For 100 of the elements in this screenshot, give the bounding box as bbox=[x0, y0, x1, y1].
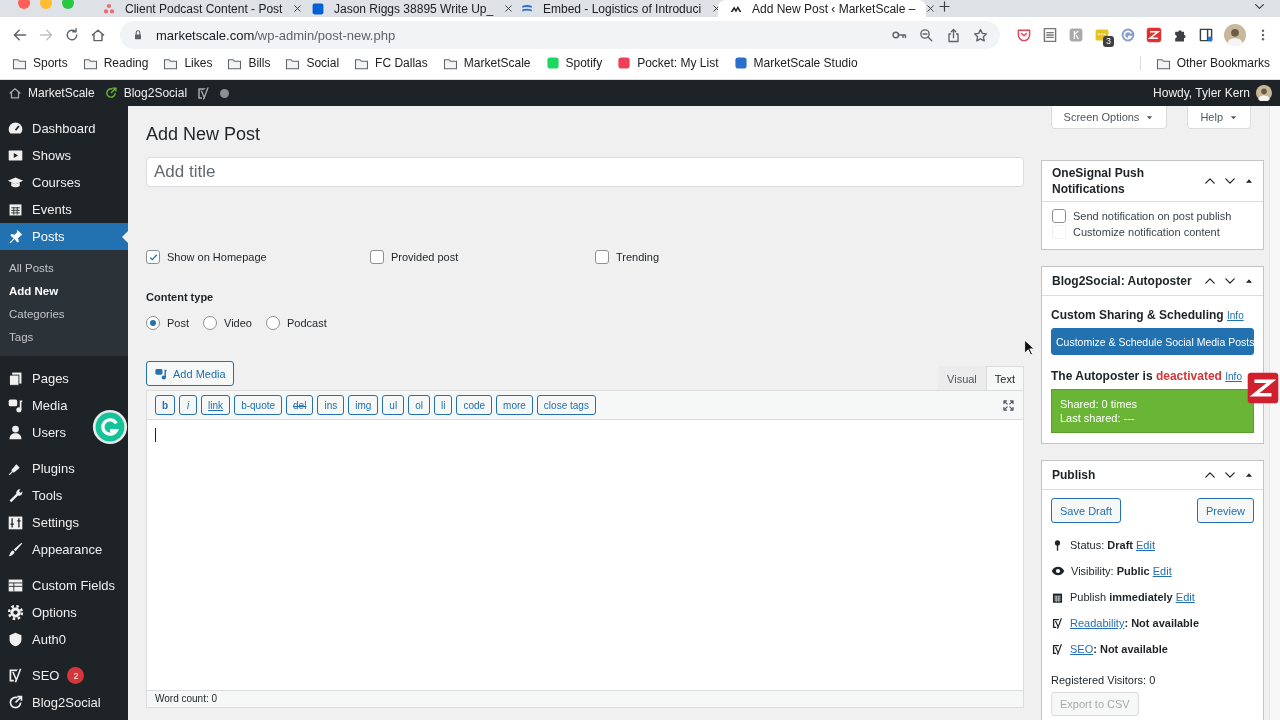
grid-icon bbox=[7, 577, 24, 594]
preview-button[interactable]: Preview bbox=[1196, 498, 1254, 523]
fullscreen-icon[interactable] bbox=[1002, 398, 1015, 412]
editor-tab[interactable]: Text bbox=[985, 366, 1024, 390]
close-icon[interactable] bbox=[292, 3, 304, 14]
greeting-link[interactable]: Howdy, Tyler Kern bbox=[1153, 85, 1272, 101]
browser-tab[interactable]: Client Podcast Content - Post bbox=[91, 0, 299, 17]
format-button[interactable]: i bbox=[179, 395, 198, 415]
puzzle-icon[interactable] bbox=[1172, 27, 1188, 43]
schedule-button[interactable]: Customize & Schedule Social Media Posts bbox=[1051, 328, 1254, 355]
radio-button[interactable] bbox=[265, 316, 280, 330]
word-count: Word count: 0 bbox=[147, 690, 1023, 707]
menu-item[interactable]: Users bbox=[0, 419, 70, 446]
format-button[interactable]: ol bbox=[408, 395, 430, 415]
sliders-icon bbox=[7, 514, 24, 531]
help-button[interactable]: Help bbox=[1187, 106, 1251, 129]
menu-item[interactable]: Tools bbox=[0, 482, 67, 509]
bookmark[interactable]: Spotify bbox=[545, 54, 603, 72]
menu-item[interactable]: Pages bbox=[0, 365, 73, 392]
bookmark[interactable]: Reading bbox=[82, 54, 149, 72]
checkbox[interactable] bbox=[146, 250, 160, 264]
address-bar[interactable]: marketscale.com/wp-admin/post-new.php bbox=[120, 21, 1000, 49]
close-icon[interactable] bbox=[925, 3, 937, 14]
zoom-out-icon[interactable] bbox=[919, 27, 934, 43]
badge-count: 3 bbox=[1103, 36, 1114, 47]
menu-item[interactable]: Events bbox=[0, 196, 76, 223]
menu-item[interactable]: Custom Fields bbox=[0, 572, 120, 599]
menu-item[interactable]: SEO 2 bbox=[0, 662, 89, 689]
edit-link[interactable]: Edit bbox=[1175, 591, 1195, 603]
bookmark[interactable]: MarketScale Studio bbox=[733, 54, 858, 72]
avatar[interactable] bbox=[1224, 24, 1246, 46]
new-tab-icon[interactable] bbox=[938, 0, 951, 13]
lock-icon bbox=[132, 29, 144, 41]
menu-item[interactable]: Plugins bbox=[0, 455, 79, 482]
admin-bar-link[interactable]: MarketScale bbox=[8, 86, 95, 100]
browser-tab[interactable]: Embed - Logistics of Introduci bbox=[509, 0, 717, 17]
edit-link[interactable]: Edit bbox=[1152, 565, 1172, 577]
circle-arrow-icon[interactable] bbox=[92, 409, 128, 445]
reload-icon[interactable] bbox=[64, 27, 80, 43]
bookmark[interactable]: FC Dallas bbox=[354, 54, 428, 72]
bookmark[interactable]: Bills bbox=[227, 54, 271, 72]
bookmark[interactable]: Social bbox=[285, 54, 340, 72]
admin-bar-link[interactable]: Blog2Social bbox=[103, 86, 188, 100]
back-icon[interactable] bbox=[12, 27, 28, 43]
sidebar-icon[interactable] bbox=[1198, 27, 1214, 43]
submenu-item[interactable]: Tags bbox=[0, 325, 128, 348]
bookmark[interactable]: Sports bbox=[12, 54, 68, 72]
home-icon[interactable] bbox=[90, 27, 106, 43]
format-button[interactable]: b bbox=[155, 395, 176, 415]
bookmark[interactable]: Likes bbox=[163, 54, 213, 72]
checkbox[interactable] bbox=[595, 250, 609, 264]
radio-button[interactable] bbox=[146, 316, 160, 330]
checkbox[interactable] bbox=[370, 250, 384, 264]
eye-icon bbox=[1051, 564, 1065, 578]
format-button[interactable]: link bbox=[201, 395, 231, 415]
submenu-item[interactable]: Add New bbox=[0, 279, 128, 302]
menu-item[interactable]: Blog2Social bbox=[0, 689, 105, 716]
close-icon[interactable] bbox=[503, 3, 515, 14]
bookmark[interactable]: MarketScale bbox=[442, 54, 531, 72]
note-extension-icon[interactable] bbox=[1094, 27, 1110, 43]
menu-item[interactable]: Courses bbox=[0, 169, 85, 196]
save-draft-button[interactable]: Save Draft bbox=[1051, 498, 1121, 523]
editor-tab[interactable]: Visual bbox=[938, 366, 986, 390]
zigzag-icon[interactable] bbox=[1146, 27, 1162, 43]
add-media-button[interactable]: Add Media bbox=[146, 361, 234, 386]
submenu-item[interactable]: Categories bbox=[0, 302, 128, 325]
format-button[interactable]: ul bbox=[382, 395, 405, 415]
info-link[interactable]: Info bbox=[1227, 310, 1244, 321]
title-field[interactable]: Add title bbox=[146, 157, 1024, 187]
checkbox-label: Send notification on post publish bbox=[1073, 210, 1232, 222]
format-button[interactable]: img bbox=[348, 395, 379, 415]
edit-link[interactable]: Edit bbox=[1136, 539, 1155, 551]
bookmark[interactable]: Other Bookmarks bbox=[1155, 54, 1270, 72]
menu-item[interactable]: Dashboard bbox=[0, 115, 100, 142]
bookmark[interactable]: Pocket: My List bbox=[617, 54, 719, 72]
radio-button[interactable] bbox=[203, 316, 217, 330]
menu-item[interactable]: Posts bbox=[0, 223, 128, 250]
browser-tab[interactable]: Jason Riggs 38895 Write Up_ bbox=[300, 0, 508, 17]
menu-item[interactable]: Settings bbox=[0, 509, 83, 536]
screen-options-button[interactable]: Screen Options bbox=[1050, 106, 1168, 129]
pocket-icon[interactable] bbox=[1016, 27, 1032, 43]
format-button[interactable]: li bbox=[433, 395, 453, 415]
submenu-item[interactable]: All Posts bbox=[0, 256, 128, 279]
format-button[interactable]: more bbox=[496, 395, 533, 415]
format-button[interactable]: close tags bbox=[536, 395, 596, 415]
format-button[interactable]: del bbox=[286, 395, 314, 415]
format-button[interactable]: code bbox=[456, 395, 493, 415]
checkbox[interactable] bbox=[1052, 209, 1066, 223]
format-button[interactable]: ins bbox=[317, 395, 345, 415]
menu-item[interactable]: Appearance bbox=[0, 536, 107, 563]
menu-item[interactable]: Options bbox=[0, 599, 81, 626]
menu-item[interactable]: Auth0 bbox=[0, 626, 70, 653]
scrollbar[interactable] bbox=[1269, 106, 1280, 720]
star-icon[interactable] bbox=[973, 27, 988, 43]
format-button[interactable]: b-quote bbox=[234, 395, 283, 415]
reader-icon[interactable] bbox=[1042, 27, 1058, 43]
menu-item[interactable]: Media bbox=[0, 392, 72, 419]
info-link[interactable]: Info bbox=[1225, 371, 1242, 382]
menu-item[interactable]: Shows bbox=[0, 142, 76, 169]
share-icon[interactable] bbox=[946, 27, 961, 43]
